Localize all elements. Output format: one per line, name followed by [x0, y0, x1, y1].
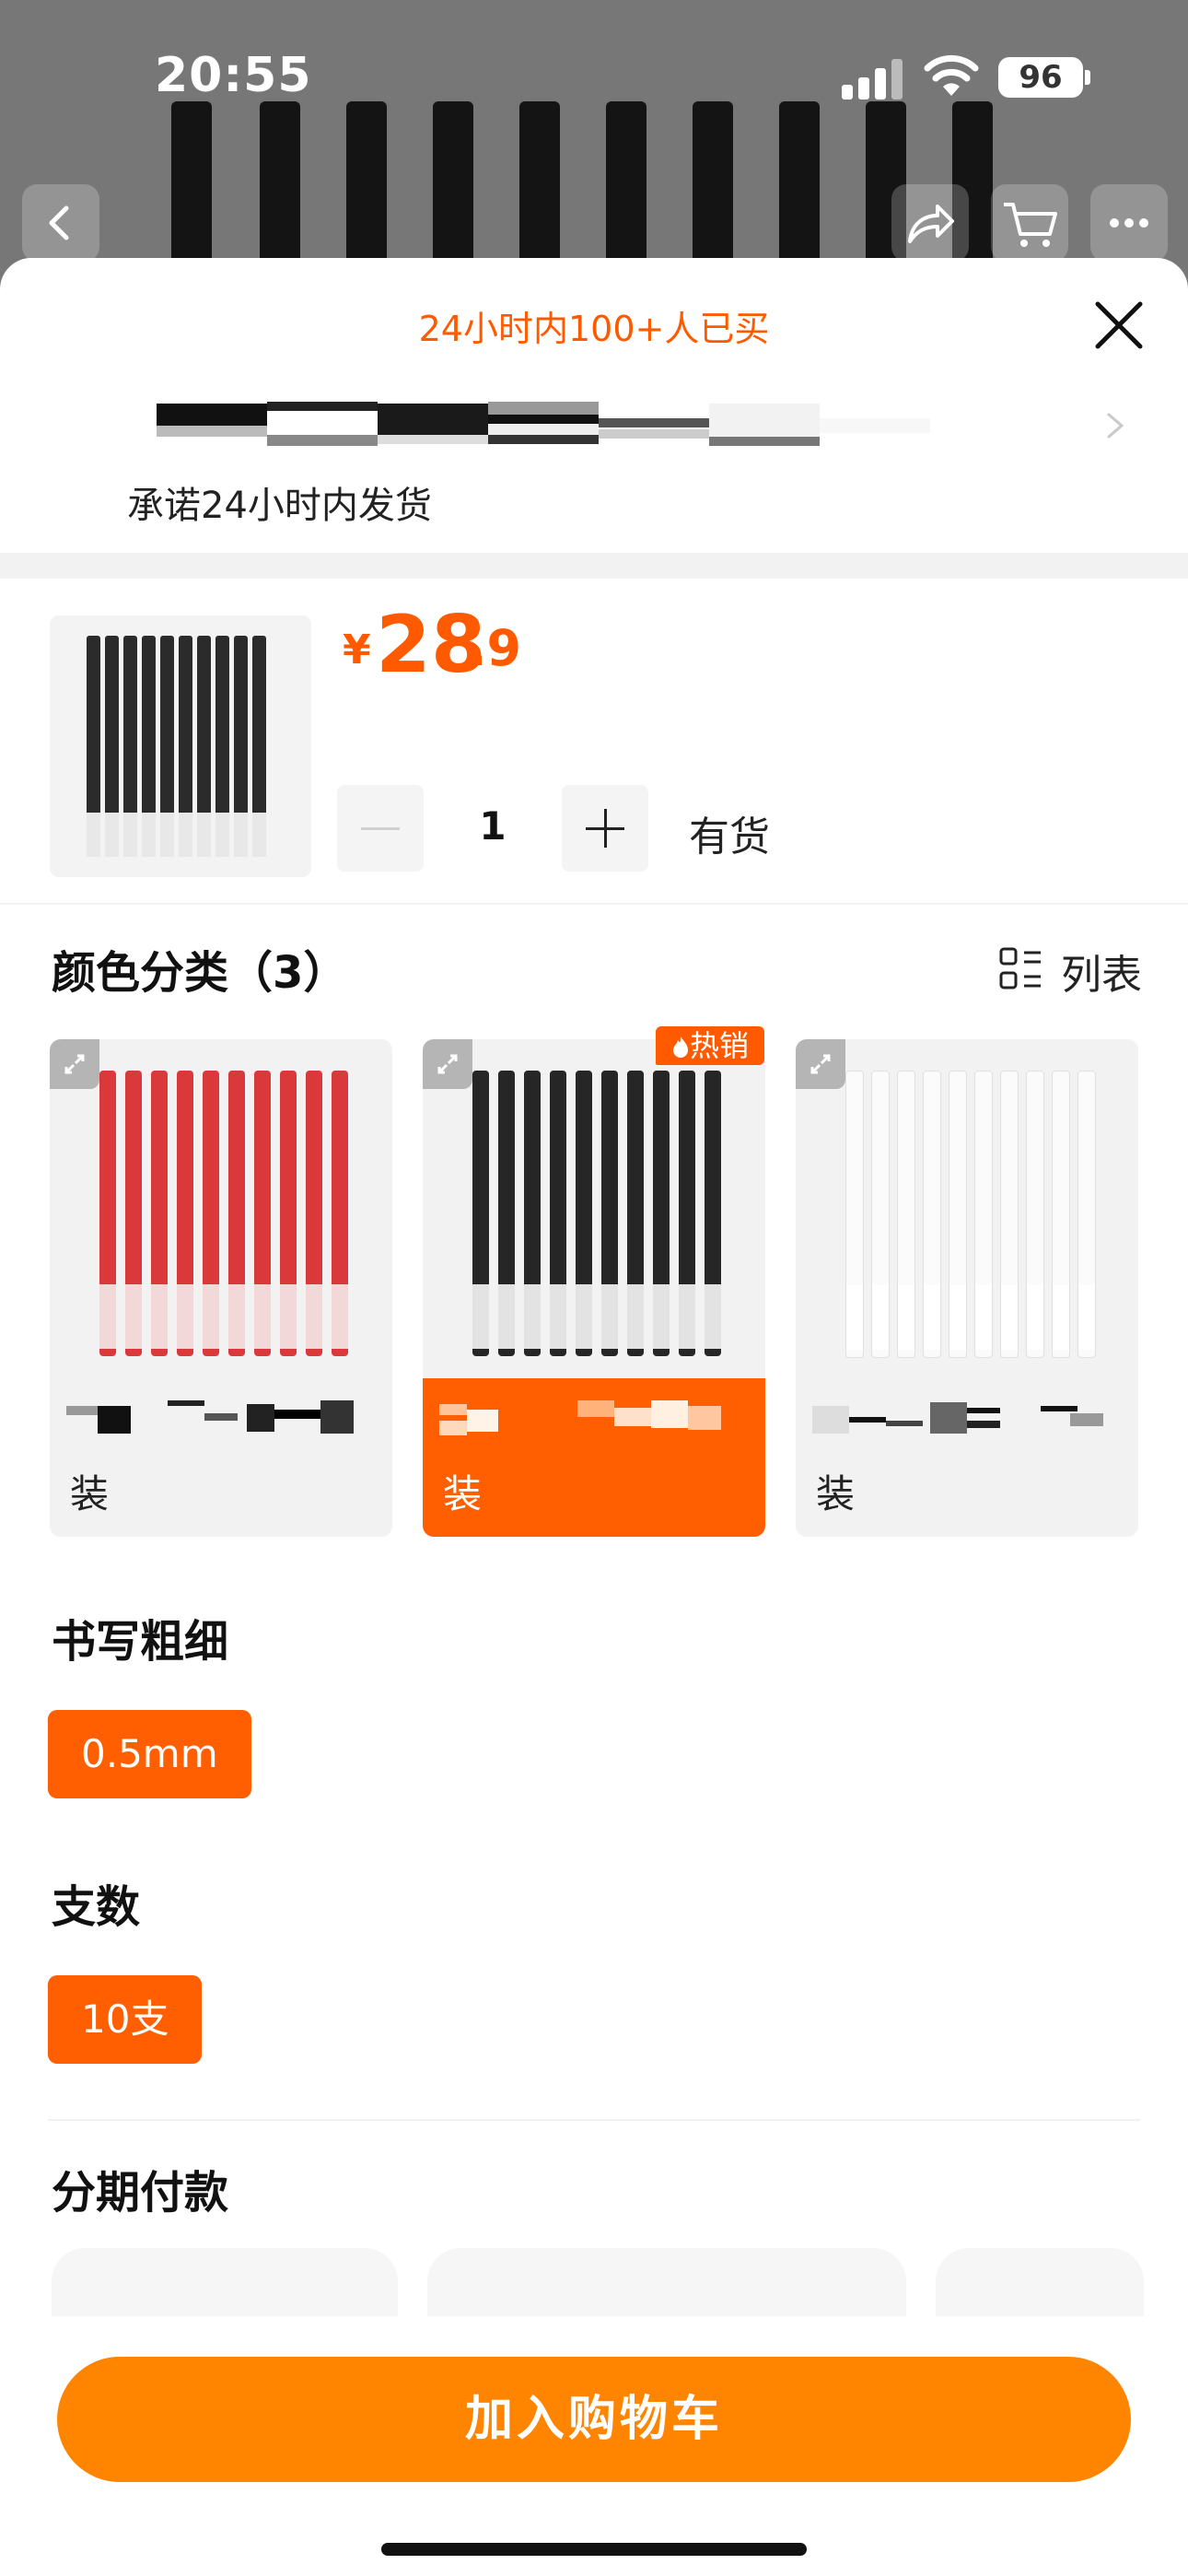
option-name-redacted [812, 1402, 1103, 1434]
option-name-redacted [439, 1400, 721, 1435]
color-option-black[interactable]: 装 [423, 1039, 765, 1537]
list-view-label: 列表 [1061, 952, 1142, 999]
expand-icon[interactable] [50, 1039, 99, 1089]
cellular-signal-icon [842, 59, 912, 100]
shopping-cart-icon [1004, 203, 1057, 247]
cart-button[interactable] [991, 184, 1068, 262]
wifi-icon [923, 53, 980, 98]
battery-tip [1085, 70, 1090, 85]
option-suffix: 装 [816, 1471, 856, 1516]
product-thumbnail[interactable] [50, 615, 311, 877]
option-name-redacted [66, 1400, 354, 1434]
installment-section-title: 分期付款 [52, 2167, 229, 2219]
share-icon [908, 205, 954, 243]
shipping-promise: 承诺24小时内发货 [127, 485, 432, 527]
color-option-white[interactable]: 装 [796, 1039, 1138, 1537]
list-icon [999, 947, 1041, 989]
option-suffix: 装 [70, 1471, 110, 1516]
price-currency: ¥ [343, 626, 371, 673]
flame-icon [672, 1036, 688, 1058]
section-divider [0, 553, 1188, 579]
sales-banner: 24小时内100+人已买 [418, 309, 770, 349]
hot-sale-label: 热销 [689, 1028, 749, 1063]
thickness-section-title: 书写粗细 [52, 1616, 229, 1668]
quantity-decrease-button[interactable] [337, 785, 424, 872]
thickness-option-selected[interactable]: 0.5mm [48, 1710, 251, 1798]
option-suffix: 装 [443, 1471, 483, 1516]
chevron-right-icon[interactable] [1101, 402, 1129, 448]
add-to-cart-button[interactable]: 加入购物车 [57, 2357, 1131, 2482]
divider-line [0, 903, 1188, 905]
close-button[interactable] [1087, 293, 1151, 357]
home-indicator[interactable] [381, 2543, 807, 2556]
share-button[interactable] [891, 184, 969, 262]
expand-icon[interactable] [423, 1039, 472, 1089]
stock-status: 有货 [689, 814, 770, 861]
color-section-title: 颜色分类（3） [52, 947, 348, 999]
installment-option[interactable] [427, 2248, 906, 2322]
quantity-increase-button[interactable] [562, 785, 648, 872]
quantity-value[interactable]: 1 [442, 803, 543, 849]
expand-icon[interactable] [796, 1039, 845, 1089]
price-decimal: .9 [468, 619, 522, 677]
color-option-red[interactable]: 装 [50, 1039, 392, 1537]
count-option-selected[interactable]: 10支 [48, 1975, 203, 2064]
battery-icon: 96 [998, 57, 1083, 98]
status-time: 20:55 [155, 48, 312, 103]
more-icon [1110, 218, 1148, 228]
back-button[interactable] [22, 184, 99, 262]
address-redacted[interactable] [157, 402, 930, 450]
divider-line [48, 2119, 1140, 2121]
close-icon [1095, 301, 1143, 349]
count-section-title: 支数 [52, 1881, 141, 1933]
installment-option[interactable] [52, 2248, 398, 2322]
installment-option[interactable] [936, 2248, 1144, 2322]
hot-sale-badge: 热销 [656, 1026, 764, 1065]
more-button[interactable] [1090, 184, 1168, 262]
